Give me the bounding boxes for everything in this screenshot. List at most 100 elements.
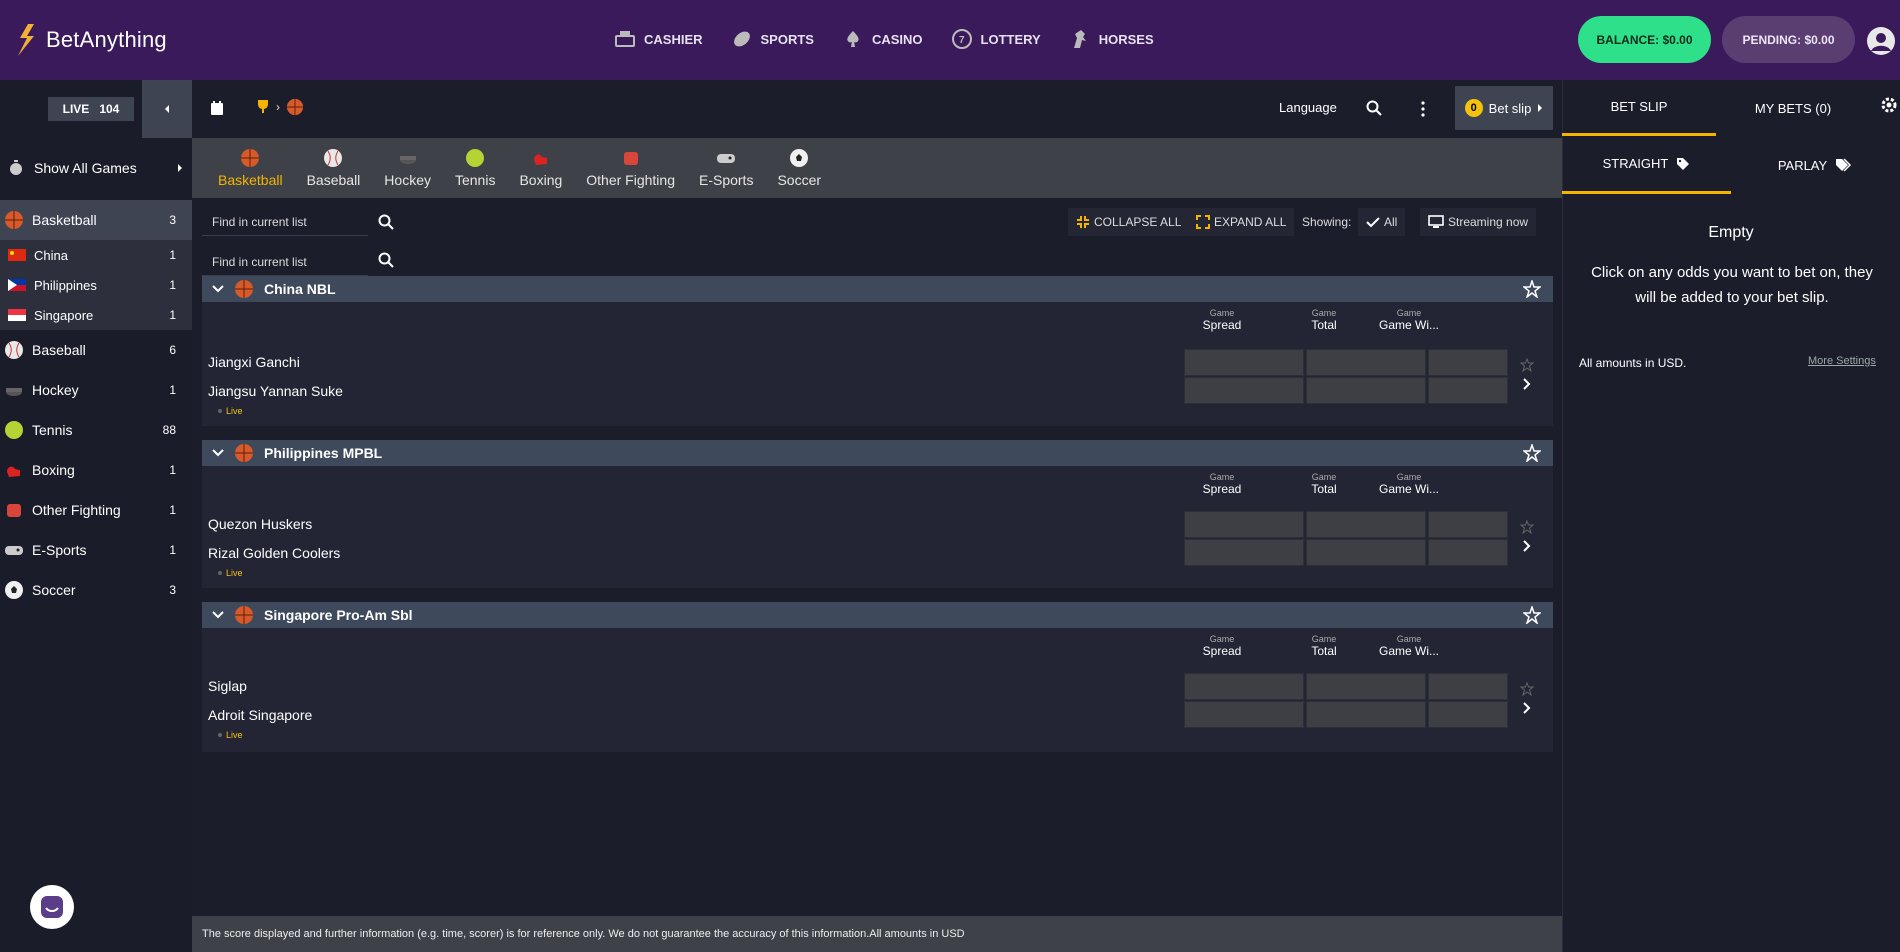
sidebar-item-basketball[interactable]: Basketball 3 (0, 200, 192, 240)
breadcrumb-separator: › (276, 100, 280, 114)
tab-straight[interactable]: STRAIGHT (1562, 136, 1731, 194)
odds-cell[interactable] (1306, 701, 1426, 728)
team-name[interactable]: Jiangsu Yannan Suke (208, 383, 343, 399)
chevron-down-icon[interactable] (212, 285, 224, 293)
odds-cell[interactable] (1306, 349, 1426, 376)
sidebar-item-other-fighting[interactable]: Other Fighting 1 (0, 490, 192, 530)
odds-cell[interactable] (1184, 673, 1304, 700)
tab-other-fighting[interactable]: Other Fighting (574, 138, 687, 198)
favorite-star-icon[interactable] (1520, 358, 1534, 372)
more-options-icon[interactable] (1420, 100, 1426, 118)
tab-soccer[interactable]: Soccer (765, 138, 833, 198)
search-icon[interactable] (378, 252, 394, 268)
chevron-right-icon[interactable] (1522, 378, 1532, 390)
odds-cell[interactable] (1184, 511, 1304, 538)
sidebar-item-label: E-Sports (32, 542, 87, 558)
favorite-star-icon[interactable] (1523, 606, 1541, 624)
league-header[interactable]: China NBL (202, 276, 1553, 302)
nav-cashier[interactable]: CASHIER (614, 28, 703, 50)
favorite-star-icon[interactable] (1523, 280, 1541, 298)
league-header[interactable]: Singapore Pro-Am Sbl (202, 602, 1553, 628)
nav-casino[interactable]: CASINO (842, 28, 923, 50)
filter-all-button[interactable]: All (1358, 208, 1406, 236)
tab-my-bets[interactable]: MY BETS (0) (1716, 80, 1870, 136)
odds-cell[interactable] (1428, 377, 1508, 404)
favorite-star-icon[interactable] (1520, 520, 1534, 534)
tab-hockey[interactable]: Hockey (372, 138, 443, 198)
search-icon[interactable] (378, 214, 394, 230)
chat-widget-button[interactable] (30, 885, 74, 929)
tab-parlay[interactable]: PARLAY (1731, 136, 1900, 194)
odds-cell[interactable] (1428, 673, 1508, 700)
team-name[interactable]: Rizal Golden Coolers (208, 545, 340, 561)
streaming-now-button[interactable]: Streaming now (1420, 208, 1537, 236)
favorite-star-icon[interactable] (1520, 682, 1534, 696)
tab-basketball[interactable]: Basketball (206, 138, 295, 198)
odds-cell[interactable] (1306, 511, 1426, 538)
language-selector[interactable]: Language (1279, 100, 1337, 115)
team-name[interactable]: Jiangxi Ganchi (208, 354, 300, 370)
chevron-down-icon[interactable] (212, 611, 224, 619)
collapse-sidebar-button[interactable] (142, 80, 192, 138)
sidebar-item-hockey[interactable]: Hockey 1 (0, 370, 192, 410)
trophy-icon[interactable] (256, 99, 270, 115)
odds-cell[interactable] (1184, 539, 1304, 566)
more-settings-link[interactable]: More Settings (1808, 355, 1876, 367)
show-all-games[interactable]: Show All Games (0, 150, 192, 186)
chevron-right-icon[interactable] (1522, 702, 1532, 714)
gear-icon[interactable] (1880, 96, 1898, 114)
user-avatar-icon[interactable] (1866, 26, 1896, 56)
balance-button[interactable]: BALANCE: $0.00 (1578, 16, 1711, 63)
odds-cell[interactable] (1306, 673, 1426, 700)
tab-bet-slip[interactable]: BET SLIP (1562, 80, 1716, 136)
brand-logo[interactable]: BetAnything (14, 22, 167, 58)
chevron-right-icon[interactable] (1522, 540, 1532, 552)
sidebar-item-tennis[interactable]: Tennis 88 (0, 410, 192, 450)
odds-cell[interactable] (1428, 539, 1508, 566)
find-input-2[interactable]: Find in current list (202, 248, 368, 276)
odds-cell[interactable] (1428, 349, 1508, 376)
chevron-down-icon[interactable] (212, 449, 224, 457)
odds-cell[interactable] (1306, 539, 1426, 566)
sidebar-item-esports[interactable]: E-Sports 1 (0, 530, 192, 570)
col-game-label: Game (1396, 472, 1422, 482)
sidebar-item-baseball[interactable]: Baseball 6 (0, 330, 192, 370)
team-name[interactable]: Adroit Singapore (208, 707, 312, 723)
nav-sports[interactable]: SPORTS (731, 28, 814, 50)
odds-cell[interactable] (1428, 511, 1508, 538)
sidebar-subitem-singapore[interactable]: Singapore 1 (0, 300, 192, 330)
tab-baseball[interactable]: Baseball (295, 138, 373, 198)
sidebar-item-boxing[interactable]: Boxing 1 (0, 450, 192, 490)
expand-all-button[interactable]: EXPAND ALL (1188, 208, 1295, 236)
odds-cell[interactable] (1184, 377, 1304, 404)
odds-cell[interactable] (1184, 349, 1304, 376)
col-total: Game Total (1274, 472, 1374, 496)
tab-tennis[interactable]: Tennis (443, 138, 507, 198)
nav-horses-label: HORSES (1098, 31, 1154, 47)
league-header[interactable]: Philippines MPBL (202, 440, 1553, 466)
sidebar-subitem-philippines[interactable]: Philippines 1 (0, 270, 192, 300)
basketball-icon[interactable] (286, 98, 304, 116)
tab-esports[interactable]: E-Sports (687, 138, 765, 198)
odds-cell[interactable] (1184, 701, 1304, 728)
nav-lottery[interactable]: 7 LOTTERY (951, 28, 1041, 50)
find-input-1[interactable]: Find in current list (202, 208, 368, 236)
nav-horses[interactable]: HORSES (1069, 28, 1154, 50)
baseball-icon (324, 149, 343, 167)
tab-label: Other Fighting (586, 172, 675, 188)
calendar-icon[interactable] (210, 100, 224, 116)
live-badge[interactable]: LIVE 104 (48, 97, 134, 121)
team-name[interactable]: Siglap (208, 678, 247, 694)
odds-cell[interactable] (1428, 701, 1508, 728)
tab-boxing[interactable]: Boxing (507, 138, 574, 198)
sidebar-subitem-china[interactable]: China 1 (0, 240, 192, 270)
col-total-label: Total (1311, 644, 1337, 658)
betslip-toggle-button[interactable]: 0 Bet slip (1455, 86, 1553, 130)
favorite-star-icon[interactable] (1523, 444, 1541, 462)
team-name[interactable]: Quezon Huskers (208, 516, 312, 532)
odds-cell[interactable] (1306, 377, 1426, 404)
sidebar-item-soccer[interactable]: Soccer 3 (0, 570, 192, 610)
pending-button[interactable]: PENDING: $0.00 (1722, 16, 1855, 63)
collapse-all-button[interactable]: COLLAPSE ALL (1068, 208, 1190, 236)
search-icon[interactable] (1366, 100, 1382, 116)
